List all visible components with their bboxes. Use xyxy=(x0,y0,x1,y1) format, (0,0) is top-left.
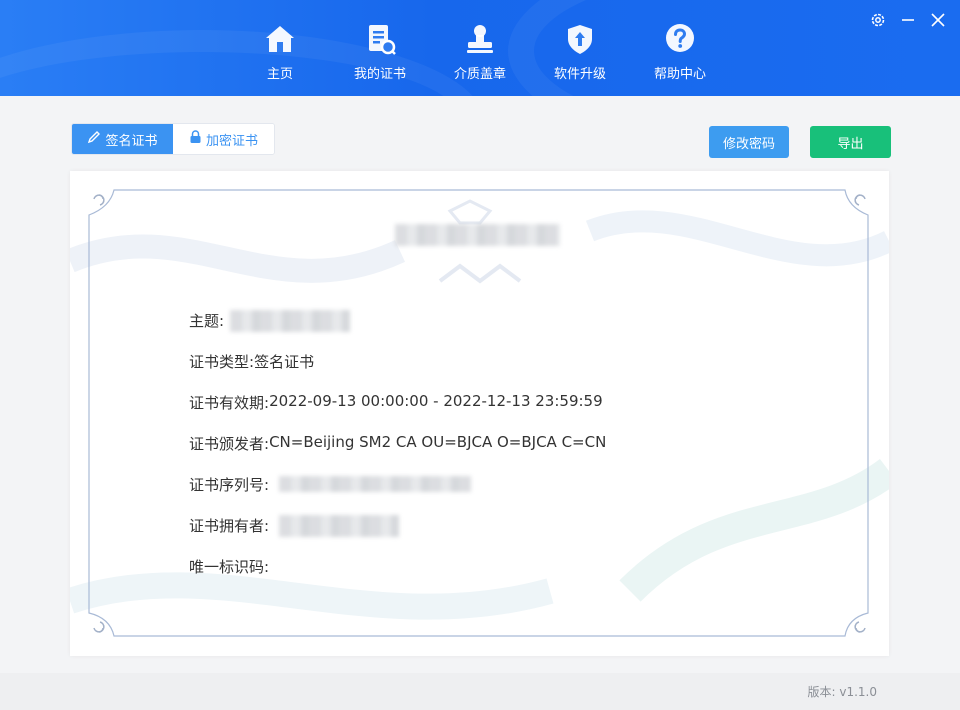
field-unique-id: 唯一标识码: xyxy=(189,556,606,597)
field-subject-redacted xyxy=(230,310,351,332)
tab-encrypt-certificate-label: 加密证书 xyxy=(205,133,258,149)
field-validity-value: 2022-09-13 00:00:00 - 2022-12-13 23:59:5… xyxy=(269,392,603,410)
field-validity-label: 证书有效期: xyxy=(189,394,270,412)
help-icon xyxy=(662,21,698,57)
field-unique-id-label: 唯一标识码: xyxy=(189,558,270,576)
tab-sign-certificate-label: 签名证书 xyxy=(105,133,158,149)
tab-encrypt-certificate[interactable]: 加密证书 xyxy=(173,124,274,154)
certificate-icon xyxy=(362,21,398,57)
header-bar: 主页 我的证书 介质盖章 软件升级 帮助中心 xyxy=(0,0,960,96)
field-serial-label: 证书序列号: xyxy=(189,476,270,494)
nav-label-help-center: 帮助中心 xyxy=(653,67,706,82)
field-cert-type-value: 签名证书 xyxy=(254,353,315,371)
field-owner-label: 证书拥有者: xyxy=(189,517,270,535)
certificate-type-switch: 签名证书 加密证书 xyxy=(71,123,275,155)
minimize-icon[interactable] xyxy=(898,10,918,30)
certificate-title-redacted xyxy=(395,224,565,248)
nav-item-software-upgrade[interactable]: 软件升级 xyxy=(530,0,630,96)
certificate-fields: 主题: 证书类型: 签名证书 证书有效期: 2022-09-13 00:00:0… xyxy=(189,310,606,597)
field-issuer: 证书颁发者: CN=Beijing SM2 CA OU=BJCA O=BJCA … xyxy=(189,433,606,474)
field-validity: 证书有效期: 2022-09-13 00:00:00 - 2022-12-13 … xyxy=(189,392,606,433)
nav-label-media-stamp: 介质盖章 xyxy=(453,67,506,82)
certificate-card: 主题: 证书类型: 签名证书 证书有效期: 2022-09-13 00:00:0… xyxy=(70,171,889,656)
stamp-icon xyxy=(462,21,498,57)
field-cert-type: 证书类型: 签名证书 xyxy=(189,351,606,392)
close-icon[interactable] xyxy=(928,10,948,30)
nav-label-home: 主页 xyxy=(266,67,293,82)
nav-label-software-upgrade: 软件升级 xyxy=(553,67,606,82)
nav-item-home[interactable]: 主页 xyxy=(230,0,330,96)
status-bar: 版本: v1.1.0 xyxy=(0,673,960,710)
upgrade-shield-icon xyxy=(562,21,598,57)
field-subject-label: 主题: xyxy=(189,312,225,330)
nav-item-media-stamp[interactable]: 介质盖章 xyxy=(430,0,530,96)
field-owner: 证书拥有者: xyxy=(189,515,606,556)
field-owner-redacted xyxy=(279,515,400,537)
window-controls xyxy=(868,10,948,30)
field-subject: 主题: xyxy=(189,310,606,351)
field-cert-type-label: 证书类型: xyxy=(189,353,255,371)
field-issuer-label: 证书颁发者: xyxy=(189,435,270,453)
field-serial: 证书序列号: xyxy=(189,474,606,515)
version-label: 版本: v1.1.0 xyxy=(807,685,878,699)
field-serial-redacted xyxy=(279,476,472,492)
home-icon xyxy=(262,21,298,57)
nav-item-help-center[interactable]: 帮助中心 xyxy=(630,0,730,96)
field-issuer-value: CN=Beijing SM2 CA OU=BJCA O=BJCA C=CN xyxy=(269,433,607,451)
nav-item-my-certificates[interactable]: 我的证书 xyxy=(330,0,430,96)
settings-icon[interactable] xyxy=(868,10,888,30)
lock-icon xyxy=(189,130,202,148)
app-window: 主页 我的证书 介质盖章 软件升级 帮助中心 签名证书 加密证书 修改密码 导出… xyxy=(0,0,960,710)
export-button[interactable]: 导出 xyxy=(810,126,891,158)
nav-label-my-certificates: 我的证书 xyxy=(353,67,406,82)
change-password-button[interactable]: 修改密码 xyxy=(709,126,789,158)
pen-icon xyxy=(87,130,101,148)
tab-sign-certificate[interactable]: 签名证书 xyxy=(72,124,173,154)
main-nav: 主页 我的证书 介质盖章 软件升级 帮助中心 xyxy=(230,0,730,96)
